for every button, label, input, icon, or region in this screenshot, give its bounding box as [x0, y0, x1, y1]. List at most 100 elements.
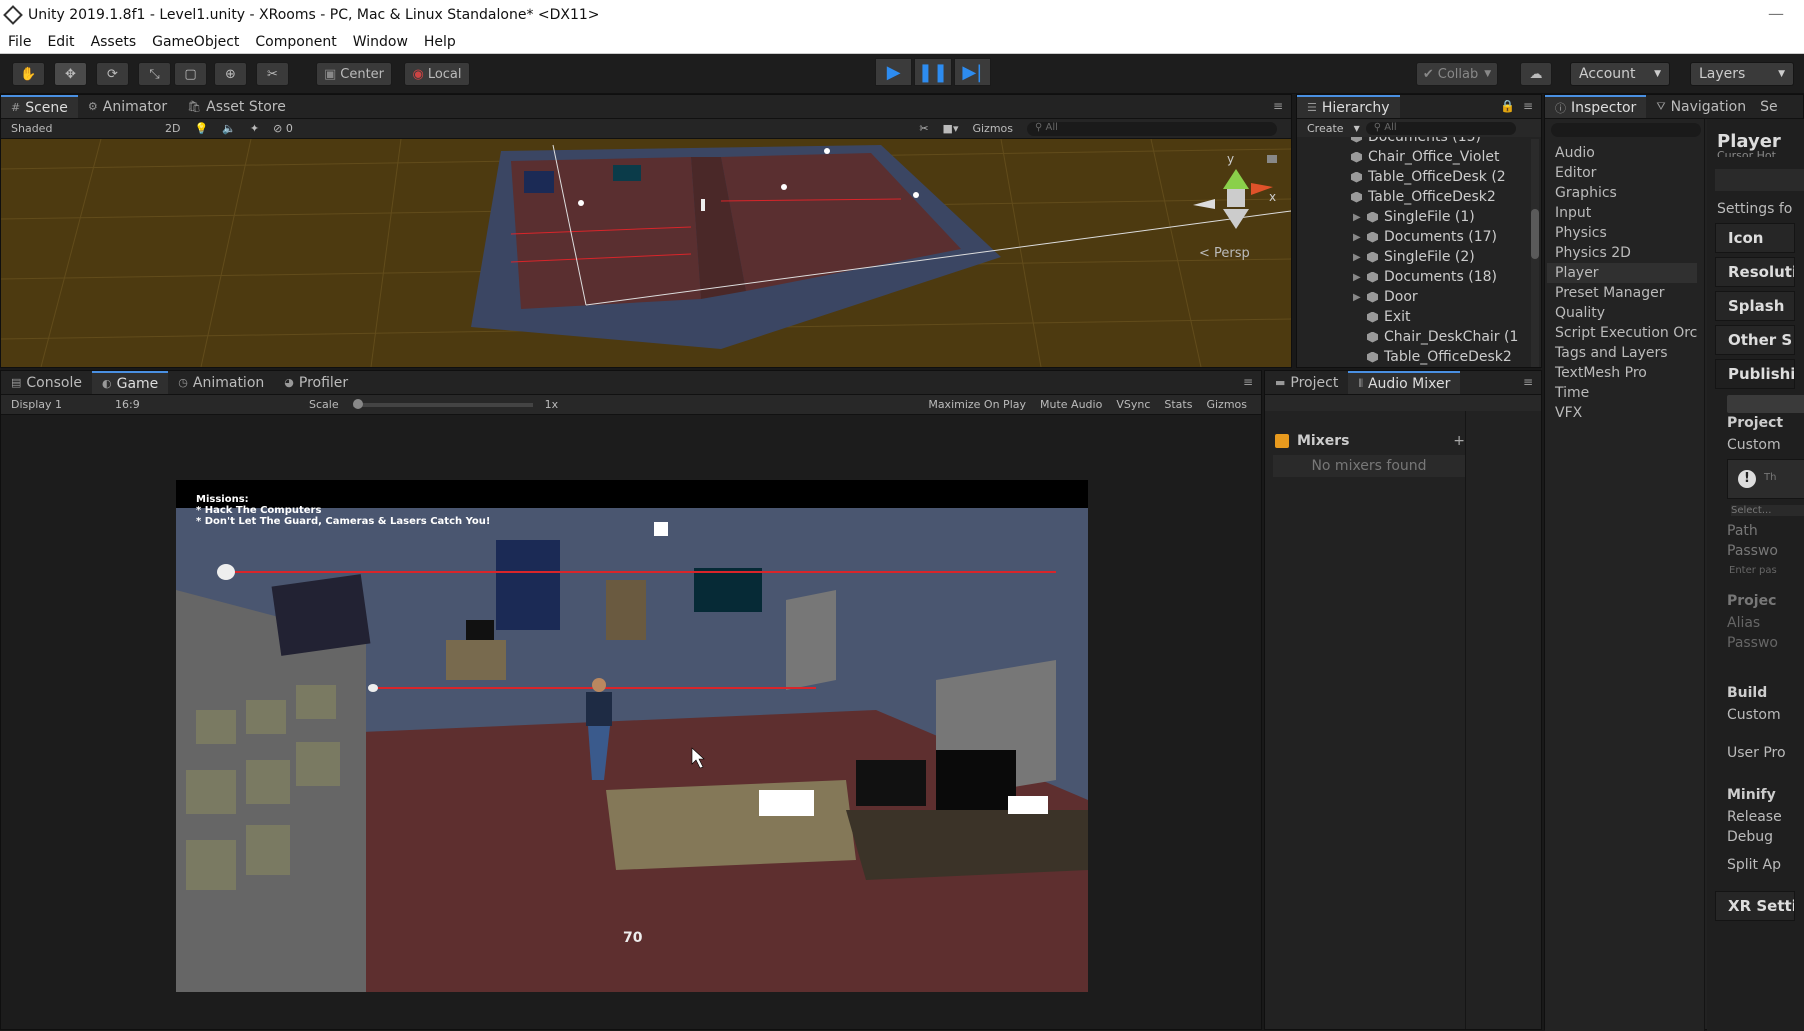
publishing-button[interactable] — [1727, 395, 1804, 413]
menu-help[interactable]: Help — [424, 34, 456, 50]
tab-animation[interactable]: ◷ Animation — [168, 371, 274, 394]
settings-item-audio[interactable]: Audio — [1555, 143, 1595, 163]
settings-item-preset-manager[interactable]: Preset Manager — [1555, 283, 1664, 303]
tab-project[interactable]: ▬ Project — [1265, 371, 1348, 394]
settings-item-editor[interactable]: Editor — [1555, 163, 1596, 183]
expand-arrow-icon[interactable]: ▶ — [1353, 232, 1367, 243]
hierarchy-item[interactable]: ▶ Documents (17) — [1353, 227, 1497, 247]
tab-inspector[interactable]: ⓘ Inspector — [1545, 95, 1647, 118]
menu-gameobject[interactable]: GameObject — [152, 34, 239, 50]
settings-search-input[interactable] — [1551, 123, 1701, 137]
tab-asset-store[interactable]: 🛍 Asset Store — [177, 95, 296, 118]
menu-edit[interactable]: Edit — [47, 34, 74, 50]
menu-component[interactable]: Component — [255, 34, 336, 50]
tab-audio-mixer[interactable]: ⫴ Audio Mixer — [1348, 371, 1461, 394]
hand-tool-icon[interactable]: ✋ — [12, 62, 45, 86]
settings-item-player[interactable]: Player — [1547, 263, 1697, 283]
expand-arrow-icon[interactable]: ▶ — [1353, 272, 1367, 283]
maximize-on-play-toggle[interactable]: Maximize On Play — [928, 398, 1026, 411]
tab-navigation[interactable]: ⛛ Navigation — [1646, 95, 1756, 118]
lock-icon[interactable] — [1267, 155, 1277, 163]
layers-dropdown[interactable]: Layers ▼ — [1690, 62, 1794, 86]
settings-item-physics-2d[interactable]: Physics 2D — [1555, 243, 1631, 263]
collab-button[interactable]: ✔ Collab ▼ — [1416, 62, 1498, 86]
add-mixer-button[interactable]: + — [1453, 433, 1465, 449]
custom-tool-icon[interactable]: ✂ — [256, 62, 289, 86]
2d-toggle[interactable]: 2D — [165, 122, 180, 135]
settings-item-textmesh-pro[interactable]: TextMesh Pro — [1555, 363, 1647, 383]
hierarchy-item[interactable]: Exit — [1367, 307, 1411, 327]
game-view[interactable]: Missions: * Hack The Computers * Don't L… — [176, 480, 1088, 992]
section-xr-settings[interactable]: XR Setti — [1715, 891, 1795, 921]
scene-viewport[interactable]: y x < Persp — [1, 139, 1291, 367]
create-dropdown[interactable]: Create — [1297, 122, 1354, 135]
hierarchy-item[interactable]: ▶ SingleFile (2) — [1353, 247, 1475, 267]
move-tool-icon[interactable]: ✥ — [54, 62, 87, 86]
scale-tool-icon[interactable]: ⤡ — [138, 62, 171, 86]
tab-game[interactable]: ◐ Game — [91, 371, 169, 394]
step-button[interactable]: ▶| — [953, 58, 991, 86]
slider-thumb[interactable] — [352, 398, 363, 409]
select-keystore-button[interactable]: Select... — [1731, 505, 1804, 516]
expand-arrow-icon[interactable]: ▶ — [1353, 252, 1367, 263]
hidden-objects-icon[interactable]: ⊘ 0 — [273, 122, 307, 135]
scale-slider[interactable] — [352, 398, 533, 409]
tab-profiler[interactable]: ◕ Profiler — [274, 371, 358, 394]
panel-menu-icon[interactable]: ≡ — [1523, 99, 1533, 113]
hierarchy-item[interactable]: Chair_Office_Violet — [1351, 147, 1499, 167]
tools-icon[interactable]: ✂ — [919, 122, 928, 135]
expand-arrow-icon[interactable]: ▶ — [1353, 292, 1367, 303]
settings-item-vfx[interactable]: VFX — [1555, 403, 1582, 423]
menu-assets[interactable]: Assets — [91, 34, 137, 50]
section-other-settings[interactable]: Other S — [1715, 325, 1795, 355]
section-resolution[interactable]: Resoluti — [1715, 257, 1795, 287]
account-dropdown[interactable]: Account ▼ — [1570, 62, 1670, 86]
tab-console[interactable]: ▤ Console — [1, 371, 92, 394]
aspect-dropdown[interactable]: 16:9 — [115, 398, 295, 411]
settings-item-time[interactable]: Time — [1555, 383, 1589, 403]
hierarchy-item[interactable]: ▶ Door — [1353, 287, 1418, 307]
settings-item-script-execution[interactable]: Script Execution Orc — [1555, 323, 1697, 343]
settings-item-quality[interactable]: Quality — [1555, 303, 1605, 323]
hierarchy-item[interactable]: Table_OfficeDesk (2 — [1351, 167, 1506, 187]
panel-menu-icon[interactable]: ≡ — [1273, 99, 1283, 113]
pause-button[interactable]: ❚❚ — [914, 58, 952, 86]
vsync-toggle[interactable]: VSync — [1116, 398, 1150, 411]
mute-audio-toggle[interactable]: Mute Audio — [1040, 398, 1102, 411]
minimize-button[interactable]: — — [1768, 4, 1784, 23]
settings-item-tags-layers[interactable]: Tags and Layers — [1555, 343, 1668, 363]
rotate-tool-icon[interactable]: ⟳ — [96, 62, 129, 86]
hierarchy-item[interactable]: Chair_DeskChair (1 — [1367, 327, 1518, 347]
menu-window[interactable]: Window — [353, 34, 408, 50]
hierarchy-scrollbar[interactable] — [1531, 139, 1539, 367]
enter-password-input[interactable]: Enter pas — [1729, 565, 1777, 576]
lock-icon[interactable]: 🔒 — [1500, 99, 1515, 113]
section-icon[interactable]: Icon — [1715, 223, 1795, 253]
transform-tool-icon[interactable]: ⊕ — [214, 62, 247, 86]
tab-services[interactable]: Se — [1756, 95, 1788, 118]
shading-dropdown[interactable]: Shaded — [11, 122, 151, 135]
hierarchy-item[interactable]: Table_OfficeDesk2 — [1351, 187, 1496, 207]
hierarchy-search-input[interactable]: ⚲ All — [1365, 121, 1516, 135]
expand-arrow-icon[interactable]: ▶ — [1353, 212, 1367, 223]
display-dropdown[interactable]: Display 1 — [11, 398, 101, 411]
hierarchy-item[interactable]: Documents (15) — [1351, 137, 1481, 147]
hierarchy-item[interactable]: ▶ Documents (18) — [1353, 267, 1497, 287]
pivot-local-button[interactable]: ◉ Local — [404, 62, 470, 86]
gizmos-dropdown[interactable]: Gizmos — [972, 122, 1013, 135]
camera-icon[interactable]: ■▾ — [943, 122, 959, 135]
section-publishing[interactable]: Publishi — [1715, 359, 1795, 389]
hierarchy-item[interactable]: ▶ SingleFile (1) — [1353, 207, 1475, 227]
settings-item-input[interactable]: Input — [1555, 203, 1591, 223]
section-splash[interactable]: Splash — [1715, 291, 1795, 321]
effects-icon[interactable]: ✦ — [250, 122, 259, 135]
play-button[interactable]: ▶ — [875, 58, 913, 86]
panel-menu-icon[interactable]: ≡ — [1243, 375, 1253, 389]
settings-item-graphics[interactable]: Graphics — [1555, 183, 1617, 203]
tab-scene[interactable]: # Scene — [1, 95, 78, 118]
persp-label[interactable]: < Persp — [1199, 246, 1250, 261]
panel-menu-icon[interactable]: ≡ — [1523, 375, 1533, 389]
audio-icon[interactable]: 🔈 — [222, 122, 236, 135]
tab-hierarchy[interactable]: ☰ Hierarchy — [1297, 95, 1400, 118]
scene-search-input[interactable]: ⚲ All — [1027, 121, 1277, 136]
